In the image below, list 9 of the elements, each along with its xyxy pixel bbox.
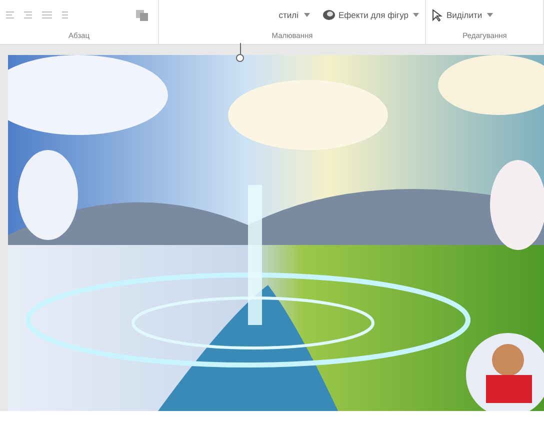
cursor-icon — [432, 8, 444, 22]
shape-effects-button[interactable]: Ефекти для фігур — [320, 9, 422, 21]
rotate-handle[interactable] — [236, 54, 244, 62]
select-button[interactable]: Виділити — [430, 8, 496, 22]
quick-styles-button[interactable]: стилі — [276, 10, 312, 20]
caret-icon — [487, 13, 494, 17]
caret-icon — [304, 13, 310, 17]
shape-effects-icon — [322, 9, 336, 21]
caret-icon — [413, 13, 420, 17]
